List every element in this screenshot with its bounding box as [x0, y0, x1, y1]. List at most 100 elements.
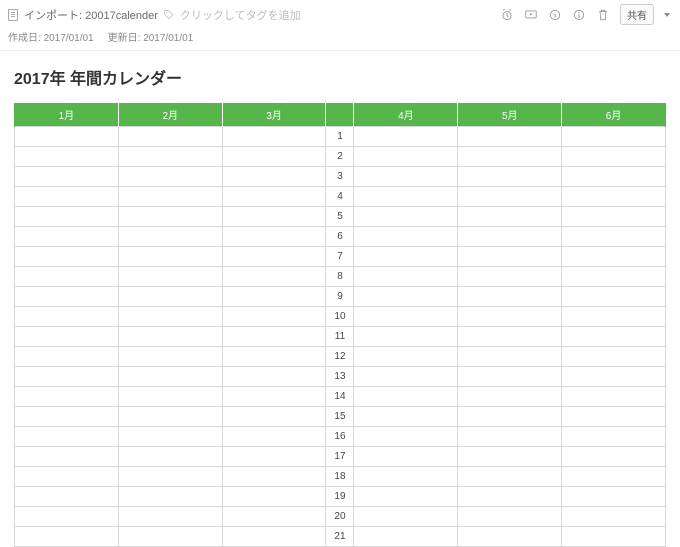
day-number[interactable]: 5 [326, 207, 354, 227]
calendar-cell[interactable] [15, 147, 119, 167]
calendar-cell[interactable] [222, 127, 326, 147]
day-number[interactable]: 10 [326, 307, 354, 327]
calendar-cell[interactable] [458, 367, 562, 387]
calendar-cell[interactable] [458, 227, 562, 247]
day-number[interactable]: 2 [326, 147, 354, 167]
calendar-cell[interactable] [458, 127, 562, 147]
calendar-cell[interactable] [354, 227, 458, 247]
calendar-cell[interactable] [222, 207, 326, 227]
calendar-cell[interactable] [222, 447, 326, 467]
calendar-cell[interactable] [354, 327, 458, 347]
calendar-cell[interactable] [15, 267, 119, 287]
calendar-cell[interactable] [458, 207, 562, 227]
calendar-cell[interactable] [118, 447, 222, 467]
calendar-cell[interactable] [562, 507, 666, 527]
calendar-cell[interactable] [118, 467, 222, 487]
calendar-cell[interactable] [354, 527, 458, 547]
calendar-cell[interactable] [354, 347, 458, 367]
calendar-cell[interactable] [458, 447, 562, 467]
calendar-cell[interactable] [15, 327, 119, 347]
calendar-cell[interactable] [118, 187, 222, 207]
calendar-cell[interactable] [15, 507, 119, 527]
calendar-cell[interactable] [118, 247, 222, 267]
calendar-cell[interactable] [354, 307, 458, 327]
calendar-cell[interactable] [458, 327, 562, 347]
calendar-cell[interactable] [458, 147, 562, 167]
calendar-cell[interactable] [458, 487, 562, 507]
calendar-cell[interactable] [458, 247, 562, 267]
day-number[interactable]: 6 [326, 227, 354, 247]
calendar-cell[interactable] [15, 427, 119, 447]
calendar-cell[interactable] [222, 467, 326, 487]
calendar-cell[interactable] [562, 427, 666, 447]
calendar-cell[interactable] [562, 127, 666, 147]
calendar-cell[interactable] [118, 167, 222, 187]
calendar-cell[interactable] [562, 267, 666, 287]
calendar-cell[interactable] [15, 167, 119, 187]
calendar-cell[interactable] [15, 487, 119, 507]
calendar-cell[interactable] [118, 427, 222, 447]
calendar-cell[interactable] [562, 527, 666, 547]
calendar-cell[interactable] [118, 507, 222, 527]
calendar-cell[interactable] [354, 287, 458, 307]
day-number[interactable]: 9 [326, 287, 354, 307]
calendar-cell[interactable] [562, 167, 666, 187]
calendar-cell[interactable] [15, 207, 119, 227]
day-number[interactable]: 8 [326, 267, 354, 287]
calendar-cell[interactable] [118, 407, 222, 427]
calendar-cell[interactable] [118, 127, 222, 147]
calendar-cell[interactable] [354, 467, 458, 487]
calendar-cell[interactable] [562, 407, 666, 427]
calendar-cell[interactable] [222, 147, 326, 167]
calendar-cell[interactable] [222, 267, 326, 287]
calendar-cell[interactable] [562, 387, 666, 407]
calendar-cell[interactable] [222, 187, 326, 207]
calendar-cell[interactable] [15, 467, 119, 487]
calendar-cell[interactable] [118, 307, 222, 327]
calendar-cell[interactable] [562, 367, 666, 387]
calendar-cell[interactable] [222, 527, 326, 547]
day-number[interactable]: 1 [326, 127, 354, 147]
calendar-cell[interactable] [354, 247, 458, 267]
calendar-cell[interactable] [458, 507, 562, 527]
calendar-cell[interactable] [118, 347, 222, 367]
info-icon[interactable] [572, 8, 586, 22]
reminder-icon[interactable] [500, 8, 514, 22]
calendar-cell[interactable] [118, 367, 222, 387]
present-icon[interactable] [524, 8, 538, 22]
calendar-cell[interactable] [15, 447, 119, 467]
calendar-cell[interactable] [222, 387, 326, 407]
day-number[interactable]: 21 [326, 527, 354, 547]
calendar-cell[interactable] [222, 327, 326, 347]
day-number[interactable]: 17 [326, 447, 354, 467]
calendar-cell[interactable] [15, 527, 119, 547]
calendar-cell[interactable] [354, 447, 458, 467]
calendar-cell[interactable] [562, 307, 666, 327]
calendar-cell[interactable] [458, 187, 562, 207]
calendar-cell[interactable] [15, 187, 119, 207]
calendar-cell[interactable] [458, 407, 562, 427]
calendar-cell[interactable] [222, 167, 326, 187]
calendar-cell[interactable] [118, 387, 222, 407]
day-number[interactable]: 13 [326, 367, 354, 387]
calendar-cell[interactable] [458, 287, 562, 307]
calendar-cell[interactable] [354, 407, 458, 427]
calendar-cell[interactable] [15, 367, 119, 387]
calendar-cell[interactable] [118, 267, 222, 287]
annotate-icon[interactable]: a [548, 8, 562, 22]
calendar-cell[interactable] [458, 387, 562, 407]
calendar-cell[interactable] [354, 267, 458, 287]
calendar-cell[interactable] [222, 307, 326, 327]
trash-icon[interactable] [596, 8, 610, 22]
day-number[interactable]: 16 [326, 427, 354, 447]
day-number[interactable]: 18 [326, 467, 354, 487]
calendar-cell[interactable] [354, 187, 458, 207]
calendar-cell[interactable] [118, 207, 222, 227]
day-number[interactable]: 4 [326, 187, 354, 207]
calendar-cell[interactable] [354, 127, 458, 147]
calendar-cell[interactable] [15, 407, 119, 427]
calendar-cell[interactable] [222, 287, 326, 307]
calendar-cell[interactable] [118, 287, 222, 307]
calendar-cell[interactable] [562, 487, 666, 507]
calendar-cell[interactable] [354, 427, 458, 447]
